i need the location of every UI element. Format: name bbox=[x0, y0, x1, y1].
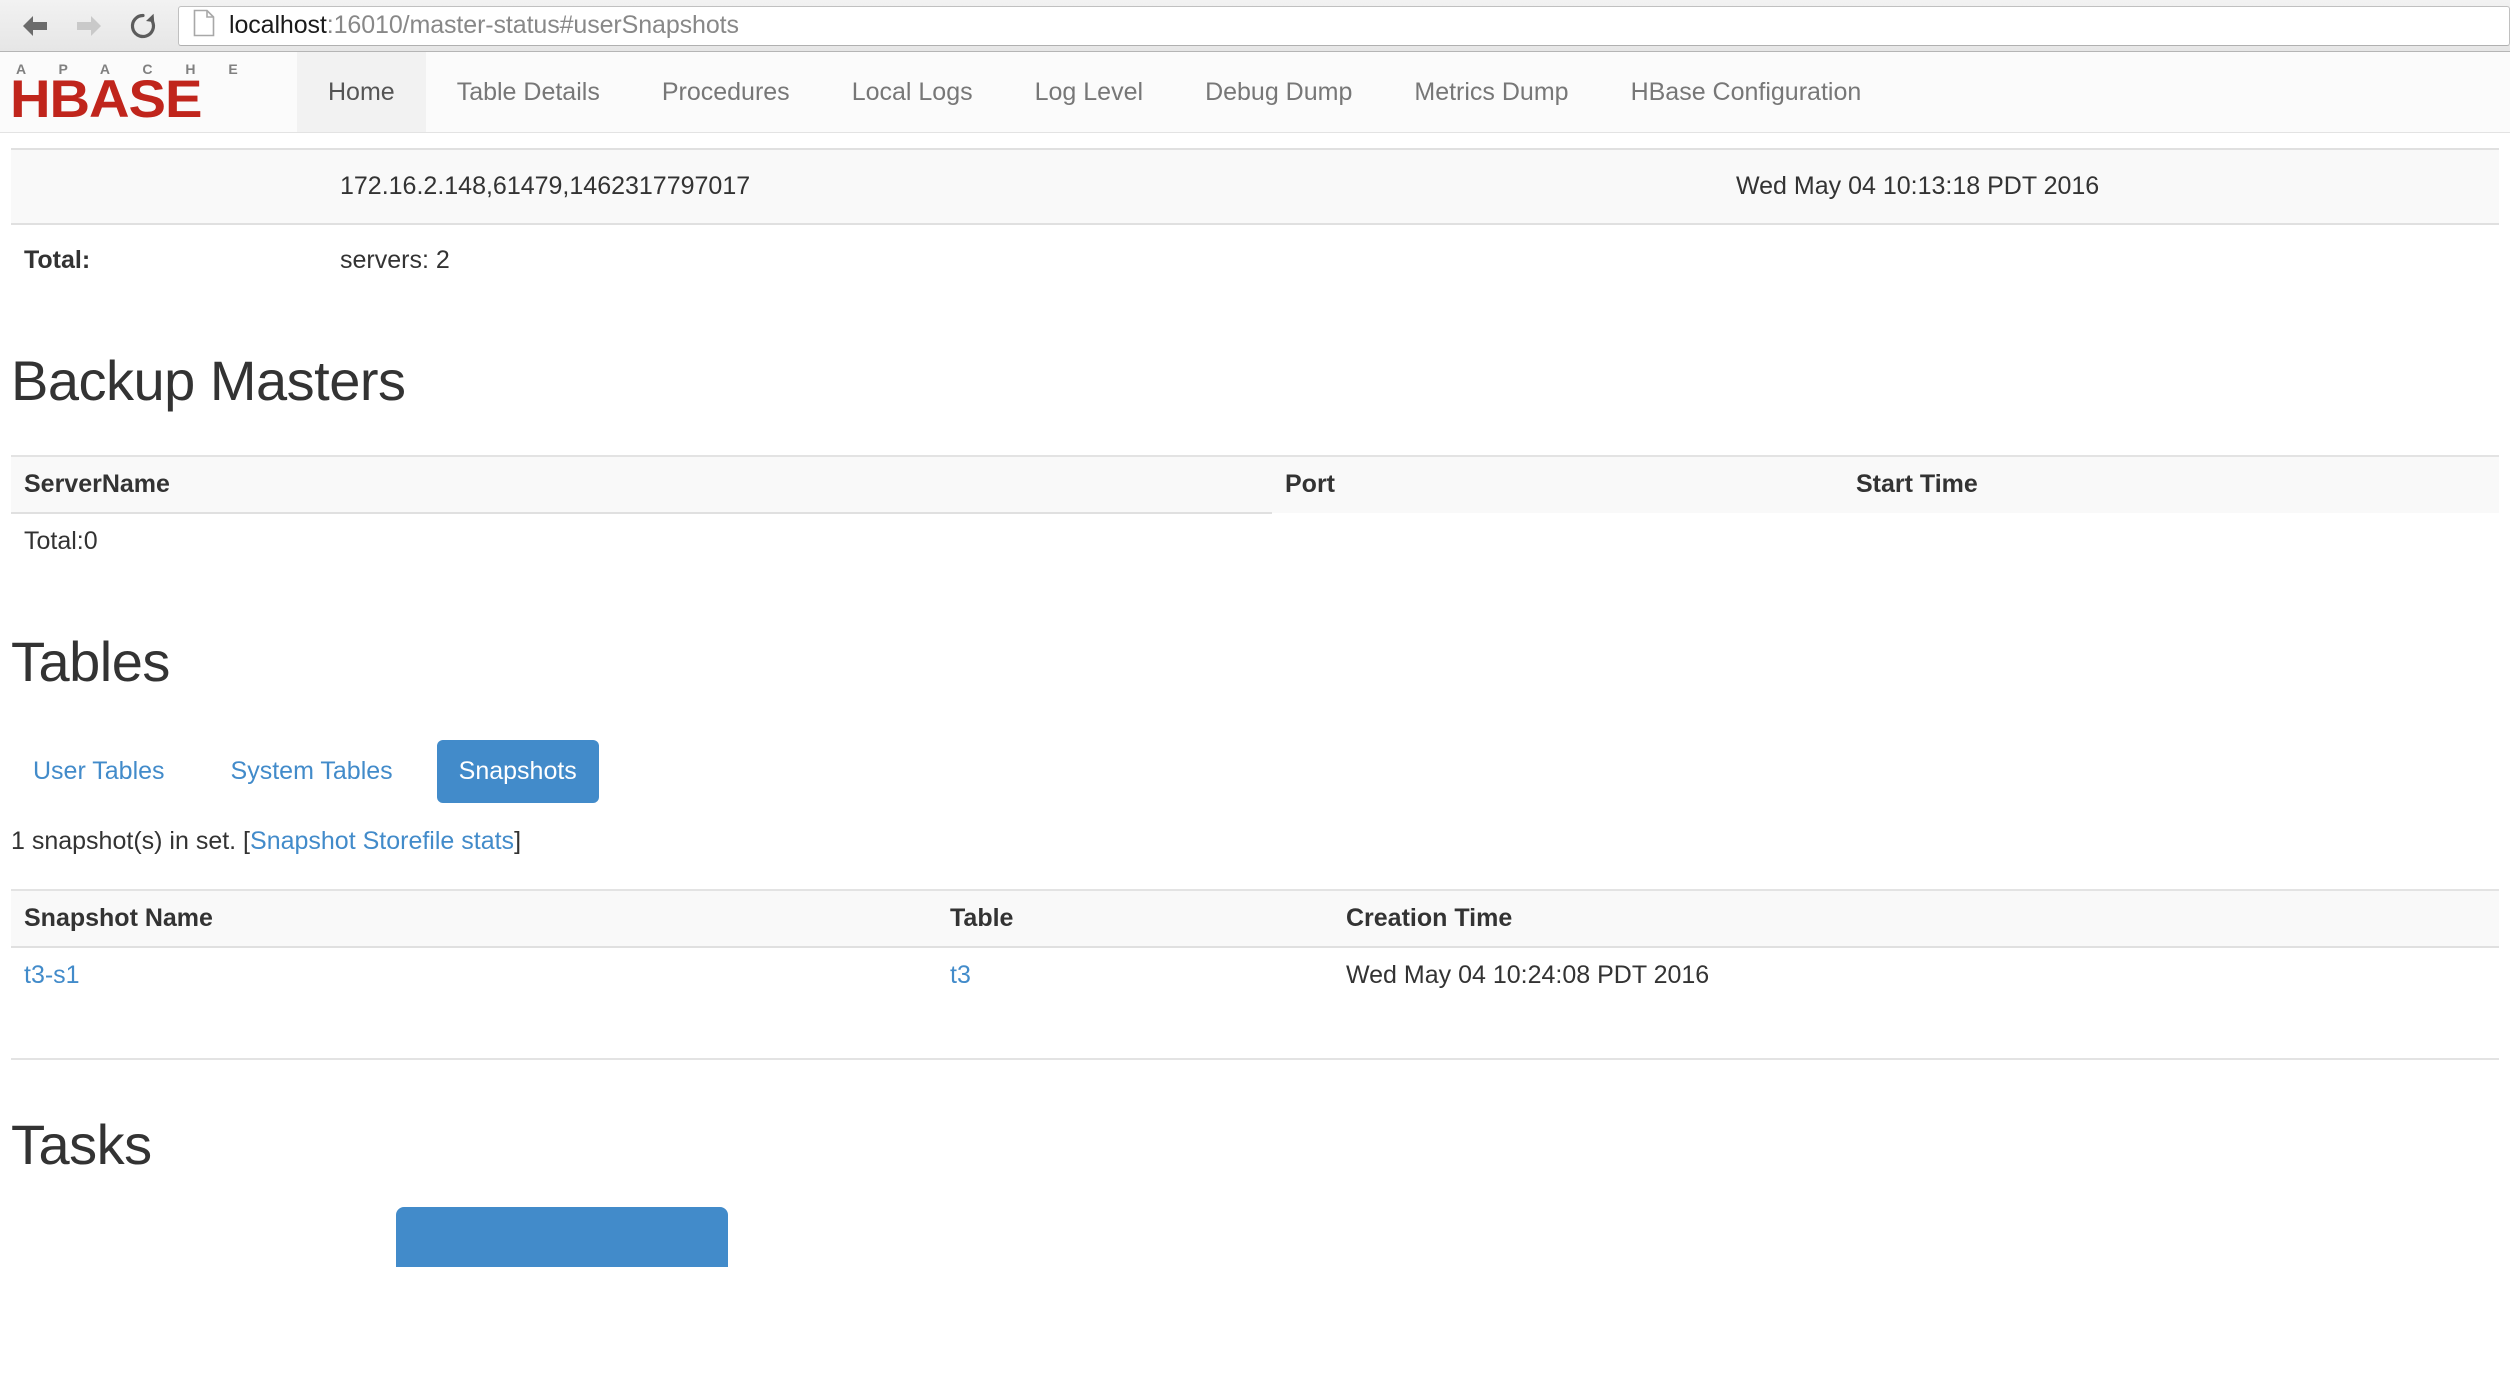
nav-item-procedures[interactable]: Procedures bbox=[631, 52, 821, 132]
forward-button[interactable] bbox=[62, 3, 116, 49]
snapshot-name-link[interactable]: t3-s1 bbox=[24, 961, 80, 989]
backup-masters-total: Total:0 bbox=[24, 527, 98, 555]
reload-button[interactable] bbox=[116, 3, 170, 49]
navbar-links: Home Table Details Procedures Local Logs… bbox=[297, 52, 2510, 132]
table-header-row: Snapshot Name Table Creation Time bbox=[11, 889, 2499, 948]
page-content: 172.16.2.148,61479,1462317797017 Wed May… bbox=[0, 148, 2510, 1267]
server-row-spacer bbox=[11, 148, 327, 225]
region-servers-table: 172.16.2.148,61479,1462317797017 Wed May… bbox=[11, 148, 2499, 288]
backup-masters-section: ServerName Port Start Time Total:0 bbox=[0, 455, 2510, 569]
cell-creation-time: Wed May 04 10:24:08 PDT 2016 bbox=[1346, 961, 1710, 989]
snapshot-table-link[interactable]: t3 bbox=[950, 961, 971, 989]
back-arrow-icon bbox=[20, 13, 50, 39]
column-header-snapshot-name: Snapshot Name bbox=[11, 889, 937, 948]
section-divider bbox=[11, 1058, 2499, 1060]
tasks-heading: Tasks bbox=[11, 1113, 152, 1176]
snapshot-count-text: 1 snapshot(s) in set. [Snapshot Storefil… bbox=[0, 827, 2510, 856]
column-header-servername: ServerName bbox=[11, 455, 1272, 514]
nav-item-log-level[interactable]: Log Level bbox=[1004, 52, 1174, 132]
cell-snapshot-name: t3-s1 bbox=[11, 947, 937, 1003]
column-header-creation-time: Creation Time bbox=[1333, 889, 2499, 948]
table-row: 172.16.2.148,61479,1462317797017 Wed May… bbox=[11, 148, 2499, 225]
snapshot-count-suffix: ] bbox=[514, 827, 522, 855]
table-header-row: ServerName Port Start Time bbox=[11, 455, 2499, 514]
backup-masters-heading: Backup Masters bbox=[11, 349, 406, 412]
region-servers-section: 172.16.2.148,61479,1462317797017 Wed May… bbox=[0, 148, 2510, 288]
hbase-navbar: A P A C H E HBASE Home Table Details Pro… bbox=[0, 52, 2510, 133]
back-button[interactable] bbox=[8, 3, 62, 49]
url-host: localhost bbox=[229, 11, 327, 39]
table-row: Total:0 bbox=[11, 513, 2499, 569]
tables-tab-bar: User Tables System Tables Snapshots bbox=[0, 740, 2510, 803]
server-name-cell: 172.16.2.148,61479,1462317797017 bbox=[327, 148, 1723, 225]
url-path: :16010/master-status#userSnapshots bbox=[326, 11, 739, 39]
servers-total-value: servers: 2 bbox=[340, 246, 450, 274]
address-bar[interactable]: localhost:16010/master-status#userSnapsh… bbox=[178, 5, 2510, 46]
tab-snapshots[interactable]: Snapshots bbox=[436, 740, 599, 803]
browser-toolbar: localhost:16010/master-status#userSnapsh… bbox=[0, 0, 2510, 52]
tab-user-tables[interactable]: User Tables bbox=[11, 740, 187, 803]
hbase-logo[interactable]: A P A C H E HBASE bbox=[0, 52, 297, 132]
nav-item-hbase-configuration[interactable]: HBase Configuration bbox=[1600, 52, 1893, 132]
column-header-start-time: Start Time bbox=[1843, 455, 2499, 513]
table-row-total: Total: servers: 2 bbox=[11, 224, 2499, 288]
backup-masters-table: ServerName Port Start Time Total:0 bbox=[11, 455, 2499, 569]
servers-total-label: Total: bbox=[24, 246, 91, 274]
backup-masters-empty-2 bbox=[1843, 513, 2499, 569]
servers-total-empty bbox=[1723, 224, 2499, 288]
nav-item-home[interactable]: Home bbox=[297, 52, 426, 132]
table-row: t3-s1 t3 Wed May 04 10:24:08 PDT 2016 bbox=[11, 947, 2499, 1003]
reload-icon bbox=[129, 12, 157, 40]
snapshots-section: Snapshot Name Table Creation Time t3-s1 … bbox=[0, 889, 2510, 1003]
nav-item-metrics-dump[interactable]: Metrics Dump bbox=[1383, 52, 1599, 132]
tasks-active-tab-button[interactable] bbox=[396, 1207, 728, 1267]
nav-item-debug-dump[interactable]: Debug Dump bbox=[1174, 52, 1383, 132]
nav-item-table-details[interactable]: Table Details bbox=[426, 52, 631, 132]
nav-item-local-logs[interactable]: Local Logs bbox=[821, 52, 1004, 132]
snapshot-count-prefix: 1 snapshot(s) in set. [ bbox=[11, 827, 251, 855]
column-header-table: Table bbox=[937, 889, 1333, 948]
column-header-port: Port bbox=[1272, 455, 1843, 513]
address-bar-url: localhost:16010/master-status#userSnapsh… bbox=[229, 11, 739, 40]
snapshot-storefile-stats-link[interactable]: Snapshot Storefile stats bbox=[250, 827, 514, 855]
snapshots-table: Snapshot Name Table Creation Time t3-s1 … bbox=[11, 889, 2499, 1003]
logo-hbase-text: HBASE bbox=[10, 69, 202, 129]
backup-masters-empty-1 bbox=[1272, 513, 1843, 569]
tasks-tab-bar bbox=[0, 1207, 2510, 1267]
tab-system-tables[interactable]: System Tables bbox=[209, 740, 415, 803]
page-document-icon bbox=[193, 9, 215, 42]
server-start-time-cell: Wed May 04 10:13:18 PDT 2016 bbox=[1723, 148, 2499, 225]
cell-table: t3 bbox=[937, 947, 1333, 1003]
forward-arrow-icon bbox=[74, 13, 104, 39]
tables-heading: Tables bbox=[11, 630, 170, 693]
